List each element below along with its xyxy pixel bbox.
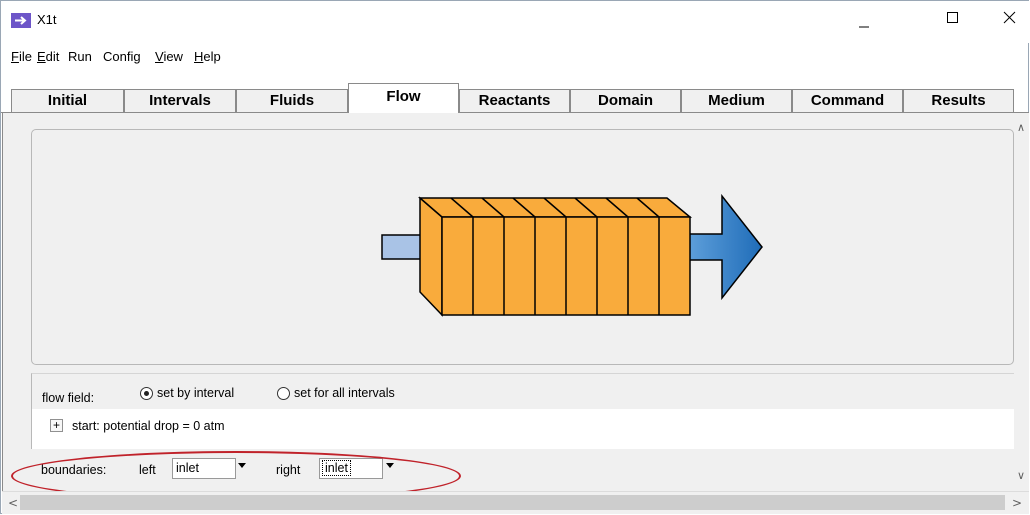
horizontal-scroll-thumb[interactable] xyxy=(20,495,1005,510)
tab-reactants[interactable]: Reactants xyxy=(459,89,570,112)
flow-diagram-canvas xyxy=(31,129,1014,365)
menu-view[interactable]: View xyxy=(155,49,183,64)
radio-set-by-interval[interactable] xyxy=(140,387,153,400)
tab-results[interactable]: Results xyxy=(903,89,1014,112)
radio-set-for-all-intervals-label[interactable]: set for all intervals xyxy=(294,386,395,400)
radio-selected-dot xyxy=(144,391,149,396)
close-button[interactable] xyxy=(986,1,1030,37)
tab-intervals[interactable]: Intervals xyxy=(124,89,236,112)
radio-set-by-interval-label[interactable]: set by interval xyxy=(157,386,234,400)
app-window: X1t File Edit Run Config View Help Initi… xyxy=(0,0,1029,514)
vertical-scrollbar[interactable]: ∧ ∨ xyxy=(1014,113,1029,491)
scroll-up-icon[interactable]: ∧ xyxy=(1017,121,1025,134)
tab-flow[interactable]: Flow xyxy=(348,83,459,113)
scroll-right-icon[interactable]: > xyxy=(1012,496,1022,510)
start-row: + start: potential drop = 0 atm xyxy=(31,409,1015,449)
inlet-arrow xyxy=(381,234,423,260)
left-label: left xyxy=(139,463,156,477)
tab-fluids[interactable]: Fluids xyxy=(236,89,348,112)
tab-medium[interactable]: Medium xyxy=(681,89,792,112)
menu-bar: File Edit Run Config View Help xyxy=(1,46,1029,70)
horizontal-scrollbar[interactable]: < > xyxy=(2,491,1029,514)
menu-help[interactable]: Help xyxy=(194,49,221,64)
app-icon xyxy=(11,13,31,28)
left-boundary-dropdown-icon[interactable] xyxy=(235,458,251,479)
title-bar: X1t xyxy=(1,1,1029,43)
close-icon xyxy=(1003,11,1016,24)
right-boundary-select[interactable]: inlet xyxy=(319,458,383,479)
right-boundary-value: inlet xyxy=(322,460,351,476)
menu-edit[interactable]: Edit xyxy=(37,49,59,64)
start-potential-drop: start: potential drop = 0 atm xyxy=(72,419,225,433)
minimize-button[interactable] xyxy=(841,1,887,37)
scroll-down-icon[interactable]: ∨ xyxy=(1017,469,1025,482)
domain-side-face xyxy=(419,196,443,317)
outlet-arrow xyxy=(686,193,763,301)
minimize-icon xyxy=(859,26,869,28)
left-boundary-select[interactable]: inlet xyxy=(172,458,236,479)
right-boundary-dropdown-icon[interactable] xyxy=(383,458,399,479)
tab-initial[interactable]: Initial xyxy=(11,89,124,112)
right-label: right xyxy=(276,463,301,477)
flow-field-row: flow field: set by interval set for all … xyxy=(31,373,1015,410)
flow-field-label: flow field: xyxy=(42,391,95,405)
window-title: X1t xyxy=(37,12,57,27)
tab-bar: Initial Intervals Fluids Flow Reactants … xyxy=(1,79,1029,113)
tab-domain[interactable]: Domain xyxy=(570,89,681,112)
maximize-icon xyxy=(947,12,958,23)
boundaries-label: boundaries: xyxy=(41,463,107,477)
left-boundary-value: inlet xyxy=(176,461,199,475)
tab-command[interactable]: Command xyxy=(792,89,903,112)
radio-set-for-all-intervals[interactable] xyxy=(277,387,290,400)
boundaries-row: boundaries: left inlet right inlet xyxy=(31,449,1014,491)
scroll-left-icon[interactable]: < xyxy=(8,496,18,510)
menu-config[interactable]: Config xyxy=(103,49,141,64)
expand-button[interactable]: + xyxy=(50,419,63,432)
menu-file[interactable]: File xyxy=(11,49,32,64)
menu-run[interactable]: Run xyxy=(68,49,92,64)
maximize-button[interactable] xyxy=(929,1,975,37)
flow-diagram xyxy=(381,193,763,317)
